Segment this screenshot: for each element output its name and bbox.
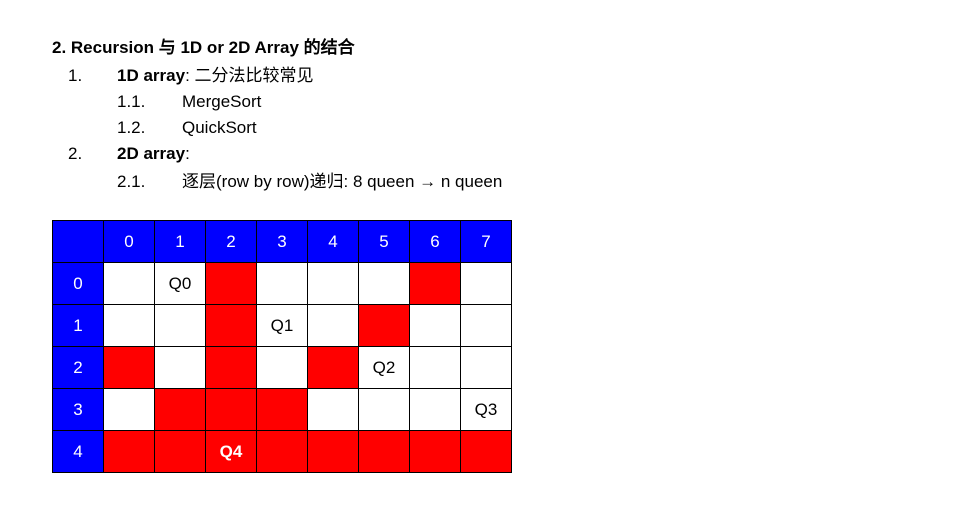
queen-cell: Q3 [460, 388, 512, 431]
board-row-header: 1 [52, 304, 104, 347]
list-text: 2D array: [117, 144, 190, 164]
attacked-cell [205, 388, 257, 431]
empty-cell [409, 346, 461, 389]
attacked-cell [358, 430, 410, 473]
empty-cell [103, 262, 155, 305]
board-header-row: 01234567 [52, 220, 512, 263]
list-label-bold: 1D array [117, 66, 186, 85]
board-column-header: 2 [205, 220, 257, 263]
attacked-cell [460, 430, 512, 473]
board-row: 1 Q1 [52, 304, 512, 347]
list-label-rest: : 二分法比较常见 [185, 66, 314, 85]
empty-cell [409, 304, 461, 347]
empty-cell [154, 346, 206, 389]
attacked-cell [409, 262, 461, 305]
list-label-rest: : [185, 144, 190, 163]
empty-cell [358, 262, 410, 305]
empty-cell [409, 388, 461, 431]
empty-cell [103, 304, 155, 347]
board-column-header: 3 [256, 220, 308, 263]
list-number: 1. [68, 66, 83, 85]
board-row: 3 Q3 [52, 388, 512, 431]
attacked-cell [205, 346, 257, 389]
list-number: 1.1. [117, 92, 146, 111]
list-text: MergeSort [182, 92, 262, 111]
list-number: 2. [68, 144, 83, 163]
list-text: QuickSort [182, 118, 257, 137]
board-column-header: 4 [307, 220, 359, 263]
empty-cell [460, 304, 512, 347]
board-row: 0 Q0 [52, 262, 512, 305]
attacked-cell [103, 430, 155, 473]
board-column-header: 5 [358, 220, 410, 263]
board-column-header: 6 [409, 220, 461, 263]
empty-cell [154, 304, 206, 347]
attacked-cell [256, 430, 308, 473]
board-corner-cell [52, 220, 104, 263]
attacked-cell [409, 430, 461, 473]
empty-cell [256, 346, 308, 389]
attacked-cell [256, 388, 308, 431]
attacked-cell [154, 430, 206, 473]
queen-cell: Q1 [256, 304, 308, 347]
board-row: 4 Q4 [52, 430, 512, 473]
list-number: 1.2. [117, 118, 146, 137]
attacked-cell [358, 304, 410, 347]
attacked-cell [205, 262, 257, 305]
attacked-cell [307, 430, 359, 473]
queen-cell: Q2 [358, 346, 410, 389]
attacked-cell [307, 346, 359, 389]
board-row-header: 3 [52, 388, 104, 431]
board-column-header: 0 [103, 220, 155, 263]
board-body: 0 1 2 3 4 5 6 7 0 Q0 1 Q1 2 Q2 3 Q3 4 Q4 [52, 220, 512, 473]
list-text: 逐层(row by row)递归: 8 queen → n queen [182, 172, 503, 191]
list-number: 2.1. [117, 172, 146, 191]
queen-cell: Q0 [154, 262, 206, 305]
empty-cell [103, 388, 155, 431]
board-row-header: 4 [52, 430, 104, 473]
board-row: 2 Q2 [52, 346, 512, 389]
board-row-header: 0 [52, 262, 104, 305]
section-heading: 2. Recursion 与 1D or 2D Array 的结合 [52, 38, 355, 57]
list-text: 1D array: 二分法比较常见 [117, 66, 314, 86]
empty-cell [460, 262, 512, 305]
queen-cell: Q4 [205, 430, 257, 473]
queen-board-table: 0 1 2 3 4 5 6 7 0 Q0 1 Q1 2 Q2 3 Q3 4 Q4 [52, 220, 512, 473]
list-label-bold: 2D array [117, 144, 186, 163]
board-column-header: 1 [154, 220, 206, 263]
board-row-header: 2 [52, 346, 104, 389]
attacked-cell [103, 346, 155, 389]
empty-cell [256, 262, 308, 305]
empty-cell [307, 262, 359, 305]
attacked-cell [154, 388, 206, 431]
empty-cell [358, 388, 410, 431]
board-column-header: 7 [460, 220, 512, 263]
empty-cell [307, 388, 359, 431]
empty-cell [460, 346, 512, 389]
attacked-cell [205, 304, 257, 347]
empty-cell [307, 304, 359, 347]
